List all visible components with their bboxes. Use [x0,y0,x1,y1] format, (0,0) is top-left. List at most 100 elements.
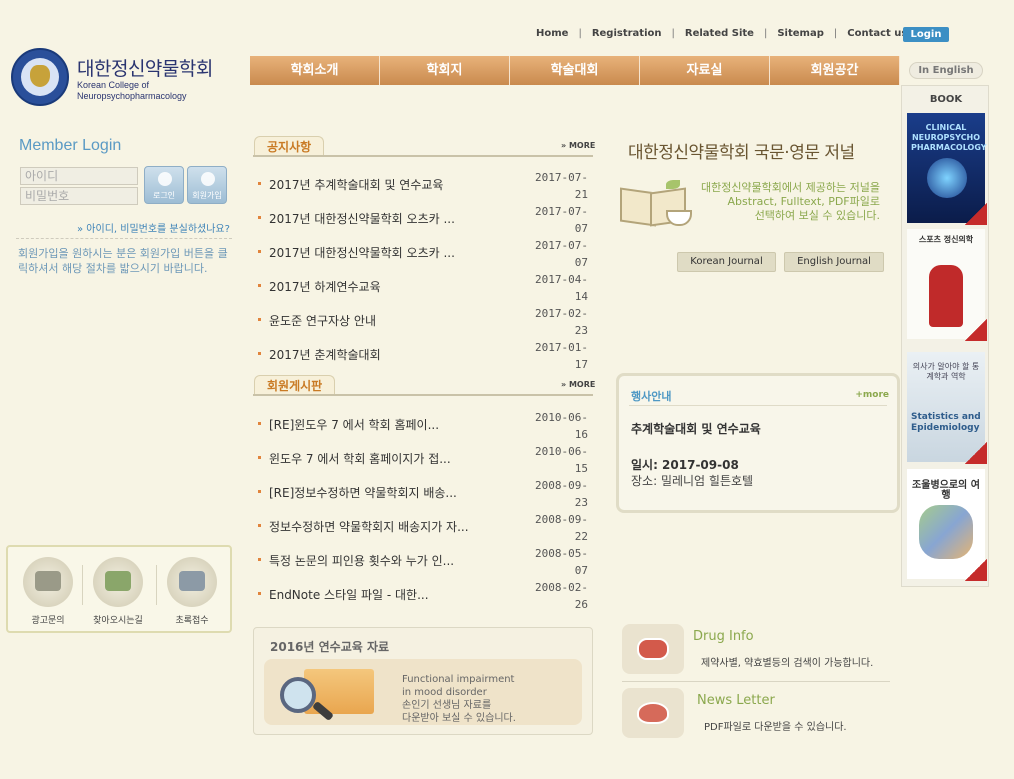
main-menu: 학회소개 학회지 학술대회 자료실 회원공간 [250,56,900,85]
edu-description: Functional impairment in mood disorder 손… [402,674,516,724]
contact-us-link[interactable]: Contact us [847,28,907,39]
pill-icon[interactable] [622,624,684,674]
board-date: 2010-06- 16 [535,411,588,441]
password-input[interactable]: 비밀번호 [20,187,138,205]
nav-separator: | [578,27,582,39]
notice-item[interactable]: 2017년 하계연수교육 2017-04- 14 [258,272,593,306]
login-submit-button[interactable]: 로그인 [144,166,184,204]
menu-members[interactable]: 회원공간 [770,56,900,85]
book-clinical-neuropsychopharmacology[interactable]: CLINICAL NEUROPSYCHO PHARMACOLOGY [907,113,987,225]
board-title: [RE]정보수정하면 약물학회지 배송... [269,486,457,500]
book-label: BOOK [929,94,963,105]
user-id-input[interactable]: 아이디 [20,167,138,185]
newsletter-title[interactable]: News Letter [697,693,775,708]
event-more-link[interactable]: +more [855,390,889,400]
nav-separator: | [671,27,675,39]
open-book-icon [620,180,694,240]
book-sidebar: BOOK CLINICAL NEUROPSYCHO PHARMACOLOGY 스… [901,85,989,587]
notice-title: 윤도준 연구자상 안내 [269,314,376,328]
notice-title: 2017년 추계학술대회 및 연수교육 [269,178,444,192]
site-title[interactable]: 대한정신약물학회 [77,54,213,81]
event-name[interactable]: 추계학술대회 및 연수교육 [631,420,761,437]
quick-abstract-submit[interactable]: 초록접수 [162,557,222,626]
top-nav: Home | Registration | Related Site | Sit… [536,26,907,40]
drug-info-desc: 제약사별, 약효별등의 검색이 가능합니다. [701,658,874,669]
menu-conference[interactable]: 학술대회 [510,56,640,85]
notice-more-link[interactable]: » MORE [561,141,595,150]
board-date: 2008-09- 23 [535,479,588,509]
notice-date: 2017-07- 21 [535,171,588,201]
english-site-button[interactable]: In English [909,62,983,79]
board-more-link[interactable]: » MORE [561,380,595,389]
notice-divider [253,155,593,157]
notice-item[interactable]: 2017년 대한정신약물학회 오츠카 ... 2017-07- 07 [258,204,593,238]
event-title: 행사안내 [631,390,672,403]
board-item[interactable]: [RE]정보수정하면 약물학회지 배송... 2008-09- 23 [258,478,593,512]
book-bipolar-journey[interactable]: 조울병으로의 여행 [907,469,987,581]
korean-journal-button[interactable]: Korean Journal [677,252,776,272]
menu-journal[interactable]: 학회지 [380,56,510,85]
board-title: 윈도우 7 에서 학회 홈페이지가 접... [269,452,451,466]
board-item[interactable]: 윈도우 7 에서 학회 홈페이지가 접... 2010-06- 15 [258,444,593,478]
board-title: EndNote 스타일 파일 - 대한... [269,588,429,602]
book-statistics-epidemiology[interactable]: 의사가 알아야 할 통계학과 역학 Statistics and Epidemio… [907,352,987,464]
journal-title: 대한정신약물학회 국문·영문 저널 [628,143,855,163]
join-guide-text: 회원가입을 원하시는 분은 회원가입 버튼을 클릭하셔서 해당 절차를 밟으시기… [18,247,228,275]
english-journal-button[interactable]: English Journal [784,252,884,272]
event-place: 장소: 밀레니엄 힐튼호텔 [631,474,754,488]
forgot-credentials-link[interactable]: » 아이디, 비밀번호를 분실하셨나요? [77,220,230,235]
book-sports-psychiatry[interactable]: 스포츠 정신의학 [907,229,987,341]
edu-material-banner[interactable]: 2016년 연수교육 자료 Functional impairment in m… [253,627,593,735]
society-logo-icon[interactable] [11,48,69,106]
board-divider [253,394,593,396]
board-title: 특정 논문의 피인용 횟수와 누가 인... [269,554,455,568]
newsletter-desc: PDF파일로 다운받을 수 있습니다. [704,722,847,733]
notice-date: 2017-07- 07 [535,205,588,235]
join-label: 회원가입 [192,191,222,200]
journal-description: 대한정신약물학회에서 제공하는 저널을 Abstract, Fulltext, … [700,181,880,222]
board-item[interactable]: 특정 논문의 피인용 횟수와 누가 인... 2008-05- 07 [258,546,593,580]
notice-title: 2017년 대한정신약물학회 오츠카 ... [269,212,455,226]
event-box: 행사안내 +more 추계학술대회 및 연수교육 일시: 2017-09-08 … [616,373,900,513]
building-icon [93,557,143,607]
board-item[interactable]: EndNote 스타일 파일 - 대한... 2008-02- 26 [258,580,593,614]
board-tab[interactable]: 회원게시판 [254,375,336,395]
home-link[interactable]: Home [536,28,568,39]
notice-item[interactable]: 2017년 춘계학술대회 2017-01- 17 [258,340,593,374]
subtitle-line-1: Korean College of [77,80,150,90]
related-site-link[interactable]: Related Site [685,28,754,39]
nav-separator: | [763,27,768,39]
login-button[interactable]: Login [903,27,949,42]
quick-directions-label: 찾아오시는길 [93,616,143,626]
board-item[interactable]: 정보수정하면 약물학회지 배송지가 자... 2008-09- 22 [258,512,593,546]
notice-date: 2017-04- 14 [535,273,588,303]
laptop-icon [167,557,217,607]
notice-item[interactable]: 윤도준 연구자상 안내 2017-02- 23 [258,306,593,340]
notice-date: 2017-07- 07 [535,239,588,269]
key-icon [158,172,172,186]
quick-ad-inquiry[interactable]: 광고문의 [18,557,78,626]
registration-link[interactable]: Registration [592,28,662,39]
newsletter-icon[interactable] [622,688,684,738]
drug-info-title[interactable]: Drug Info [693,629,754,644]
notice-item[interactable]: 2017년 추계학술대회 및 연수교육 2017-07- 21 [258,170,593,204]
quick-directions[interactable]: 찾아오시는길 [88,557,148,626]
menu-resources[interactable]: 자료실 [640,56,770,85]
notice-item[interactable]: 2017년 대한정신약물학회 오츠카 ... 2017-07- 07 [258,238,593,272]
board-title: [RE]윈도우 7 에서 학회 홈페이... [269,418,440,432]
notice-tab[interactable]: 공지사항 [254,136,325,156]
menu-about[interactable]: 학회소개 [250,56,380,85]
board-date: 2008-02- 26 [535,581,588,611]
quick-abstract-submit-label: 초록접수 [175,616,209,626]
join-button[interactable]: 회원가입 [187,166,227,204]
notice-date: 2017-01- 17 [535,341,588,371]
sitemap-link[interactable]: Sitemap [777,28,824,39]
board-date: 2008-09- 22 [535,513,588,543]
board-item[interactable]: [RE]윈도우 7 에서 학회 홈페이... 2010-06- 16 [258,410,593,444]
phone-icon [23,557,73,607]
edu-inner: Functional impairment in mood disorder 손… [264,659,582,725]
site-subtitle: Korean College of Neuropsychopharmacolog… [77,80,187,102]
magnifier-icon [280,677,316,713]
notice-title: 2017년 춘계학술대회 [269,348,381,362]
new-badge-icon [965,203,987,225]
